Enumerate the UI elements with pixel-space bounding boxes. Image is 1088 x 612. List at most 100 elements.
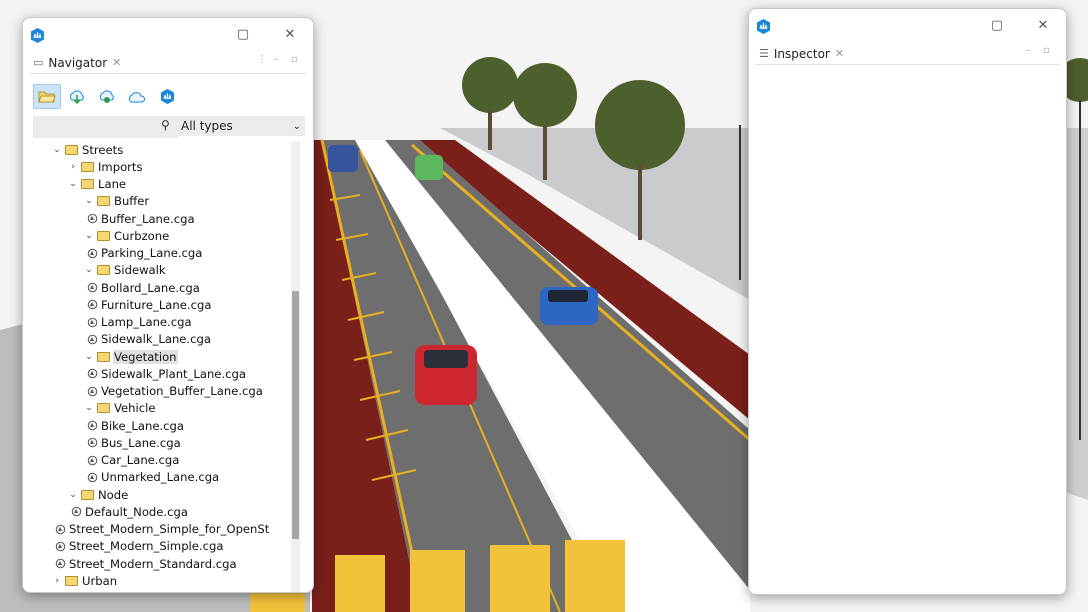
chevron-down-icon[interactable]: ⌄ (67, 490, 79, 500)
cga-file-icon (87, 299, 98, 310)
cloud-download-button[interactable] (63, 84, 91, 109)
chevron-down-icon[interactable]: ⌄ (83, 196, 95, 206)
tree-file[interactable]: Furniture_Lane.cga (87, 296, 212, 313)
tree-item-label: Vegetation (113, 349, 178, 364)
chevron-down-icon[interactable]: ⌄ (83, 352, 95, 362)
view-menu-icon[interactable]: ⋮ (257, 54, 267, 65)
type-filter-value: All types (181, 119, 233, 133)
cga-file-icon (87, 282, 98, 293)
tree-folder[interactable]: ⌄ Buffer (83, 193, 150, 210)
cloud-share-button[interactable] (93, 84, 121, 109)
tree-folder[interactable]: ⌄ Vehicle (83, 400, 156, 417)
tree-item-label: Bus_Lane.cga (101, 435, 181, 450)
search-input[interactable] (33, 116, 179, 138)
tree-item-label: Lamp_Lane.cga (101, 315, 192, 329)
folder-icon (97, 196, 110, 207)
cga-file-icon (55, 558, 66, 569)
tree-item-label: Curbzone (114, 228, 170, 243)
search-icon[interactable]: ⚲ (161, 118, 170, 132)
tree-folder[interactable]: › Urban (51, 572, 118, 589)
tab-close-icon[interactable]: ✕ (112, 56, 121, 69)
tree-file[interactable]: Car_Lane.cga (87, 452, 180, 469)
close-button[interactable]: ✕ (1033, 17, 1053, 35)
tree-file[interactable]: Street_Modern_Simple.cga (55, 538, 224, 555)
cloud-button[interactable] (123, 84, 151, 109)
minimize-view-icon[interactable]: – (274, 54, 279, 65)
chevron-right-icon[interactable]: › (51, 576, 63, 586)
chevron-down-icon[interactable]: ⌄ (83, 265, 95, 275)
tree-item-label: Node (98, 487, 129, 502)
tree-file[interactable]: Sidewalk_Lane.cga (87, 331, 212, 348)
file-tree: ⌄ Streets › Imports ⌄ Lane ⌄ Buffer Buffer_Lane.… (23, 138, 291, 592)
vertical-scroll-thumb[interactable] (292, 291, 299, 539)
cga-file-icon (71, 506, 82, 517)
tree-file[interactable]: Sidewalk_Plant_Lane.cga (87, 365, 247, 382)
tree-file[interactable]: Bus_Lane.cga (87, 434, 182, 451)
tree-folder[interactable]: › Imports (67, 158, 144, 175)
tab-close-icon[interactable]: ✕ (835, 47, 844, 60)
tree-file[interactable]: Lamp_Lane.cga (87, 314, 193, 331)
tab-navigator-label: Navigator (48, 55, 108, 70)
tree-item-label: Default_Node.cga (85, 504, 188, 519)
cloud-share-icon (99, 89, 114, 103)
tree-file[interactable]: Street_Modern_Standard.cga (55, 555, 238, 572)
chevron-down-icon[interactable]: ⌄ (83, 231, 95, 241)
tree-file[interactable]: Unmarked_Lane.cga (87, 469, 220, 486)
inspector-window: ▢ ✕ ☰ Inspector ✕ – ▫ (748, 8, 1067, 595)
folder-icon (81, 489, 94, 500)
tree-item-label: Street_Modern_Standard.cga (69, 556, 237, 571)
folder-icon (97, 265, 110, 276)
tree-item-label: Sidewalk_Lane.cga (101, 332, 211, 347)
chevron-down-icon[interactable]: ⌄ (51, 145, 63, 155)
type-filter-select[interactable]: All types ⌄ (177, 116, 305, 136)
tree-folder[interactable]: ⌄ Vegetation (83, 348, 178, 365)
cloud-icon (128, 91, 146, 102)
tab-navigator[interactable]: ▭ Navigator ✕ (29, 52, 121, 73)
inspector-content (755, 65, 1060, 588)
cityengine-logo-icon (757, 19, 770, 34)
maximize-view-icon[interactable]: ▫ (1043, 45, 1050, 56)
cga-file-icon (87, 472, 98, 483)
tree-item-label: Street_Modern_Simple_for_OpenSt (69, 522, 270, 536)
navigator-window: ▢ ✕ ▭ Navigator ✕ ⋮ – ▫ ⚲ All types ⌄ ⌄ … (22, 17, 314, 593)
tree-folder[interactable]: ⌄ Sidewalk (83, 262, 167, 279)
cityengine-button[interactable] (153, 84, 181, 109)
tree-item-label: Bollard_Lane.cga (101, 280, 200, 295)
tree-file[interactable]: Default_Node.cga (71, 503, 189, 520)
close-button[interactable]: ✕ (280, 26, 300, 44)
chevron-right-icon[interactable]: › (67, 162, 79, 172)
tree-file[interactable]: Street_Modern_Simple_for_OpenSt (55, 521, 270, 538)
cga-file-icon (87, 334, 98, 345)
tree-item-label: Sidewalk (114, 263, 166, 278)
cga-file-icon (87, 386, 98, 396)
minimize-view-icon[interactable]: – (1025, 45, 1030, 56)
folder-open-icon (38, 91, 56, 102)
maximize-button[interactable]: ▢ (987, 17, 1007, 35)
tree-file[interactable]: Bike_Lane.cga (87, 417, 185, 434)
tree-folder[interactable]: ⌄ Lane (67, 176, 127, 193)
folder-icon (97, 351, 110, 362)
maximize-button[interactable]: ▢ (233, 26, 253, 44)
tree-file[interactable]: Buffer_Lane.cga (87, 210, 196, 227)
chevron-down-icon[interactable]: ⌄ (83, 403, 95, 413)
tree-folder[interactable]: ⌄ Node (67, 486, 129, 503)
vertical-scrollbar[interactable] (291, 141, 300, 592)
tab-inspector[interactable]: ☰ Inspector ✕ (755, 43, 844, 64)
navigator-titlebar[interactable]: ▢ ✕ (23, 18, 313, 52)
tree-item-label: Vegetation_Buffer_Lane.cga (101, 384, 263, 398)
folder-icon (81, 161, 94, 172)
cga-file-icon (87, 248, 98, 258)
tree-folder[interactable]: ⌄ Streets (51, 141, 124, 158)
tree-folder[interactable]: ⌄ Curbzone (83, 227, 170, 244)
chevron-down-icon[interactable]: ⌄ (67, 179, 79, 189)
inspector-titlebar[interactable]: ▢ ✕ (749, 9, 1066, 43)
cityengine-icon (160, 89, 174, 104)
tree-file[interactable]: Vegetation_Buffer_Lane.cga (87, 383, 264, 400)
tree-item-label: Buffer (114, 194, 150, 209)
cloud-download-icon (69, 89, 84, 104)
tree-file[interactable]: Bollard_Lane.cga (87, 279, 201, 296)
folder-open-button[interactable] (33, 84, 61, 109)
tree-file[interactable]: Parking_Lane.cga (87, 245, 203, 262)
tree-item-label: Streets (82, 142, 124, 157)
maximize-view-icon[interactable]: ▫ (291, 54, 298, 65)
